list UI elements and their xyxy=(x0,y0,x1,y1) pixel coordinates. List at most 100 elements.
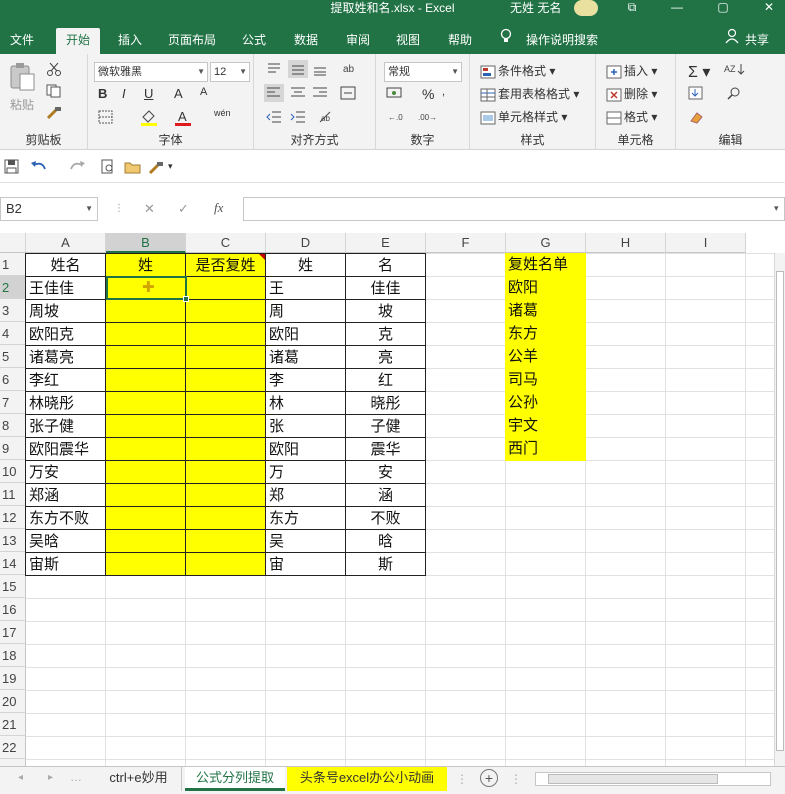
compound-list-item[interactable]: 宇文 xyxy=(505,414,586,438)
surname-cell[interactable]: 郑 xyxy=(265,483,346,507)
surname-cell[interactable]: 周 xyxy=(265,299,346,323)
name-cell[interactable]: 欧阳克 xyxy=(25,322,106,346)
align-middle-icon[interactable] xyxy=(288,60,308,78)
surname-result-cell[interactable] xyxy=(105,437,186,461)
compound-check-cell[interactable] xyxy=(185,276,266,300)
row-header[interactable]: 1 xyxy=(0,253,26,276)
name-cell[interactable]: 宙斯 xyxy=(25,552,106,576)
given-name-cell[interactable]: 涵 xyxy=(345,483,426,507)
surname-result-cell[interactable] xyxy=(105,552,186,576)
row-header[interactable]: 3 xyxy=(0,299,26,322)
decrease-indent-icon[interactable] xyxy=(266,110,282,127)
row-header[interactable]: 20 xyxy=(0,690,26,713)
compound-check-cell[interactable] xyxy=(185,345,266,369)
compound-list-item[interactable]: 诸葛 xyxy=(505,299,586,323)
row-header[interactable]: 22 xyxy=(0,736,26,759)
tab-data[interactable]: 数据 xyxy=(284,28,328,54)
close-button[interactable]: ✕ xyxy=(754,0,784,16)
name-cell[interactable]: 王佳佳 xyxy=(25,276,106,300)
cut-icon[interactable] xyxy=(46,62,62,79)
compound-list-item[interactable]: 欧阳 xyxy=(505,276,586,300)
surname-result-cell[interactable] xyxy=(105,322,186,346)
increase-decimal-icon[interactable]: ←.0 xyxy=(388,110,410,127)
compound-check-cell[interactable] xyxy=(185,483,266,507)
row-header[interactable]: 18 xyxy=(0,644,26,667)
underline-button[interactable]: U xyxy=(144,86,153,101)
row-header[interactable]: 9 xyxy=(0,437,26,460)
autosum-icon[interactable]: Σ ▾ xyxy=(688,62,710,82)
share-icon[interactable] xyxy=(724,28,740,54)
more-sheets-icon[interactable]: … xyxy=(70,770,82,784)
sheet-tab[interactable]: 头条号excel办公小动画 xyxy=(287,767,447,791)
align-top-icon[interactable] xyxy=(266,62,282,79)
open-folder-icon[interactable] xyxy=(124,159,142,178)
surname-result-cell[interactable] xyxy=(105,529,186,553)
name-cell[interactable]: 林晓彤 xyxy=(25,391,106,415)
given-name-cell[interactable]: 佳佳 xyxy=(345,276,426,300)
compound-check-cell[interactable] xyxy=(185,299,266,323)
comment-indicator[interactable] xyxy=(259,254,265,260)
row-header[interactable]: 7 xyxy=(0,391,26,414)
compound-check-cell[interactable] xyxy=(185,529,266,553)
insert-cells-button[interactable]: 插入 ▾ xyxy=(606,62,657,79)
surname-cell[interactable]: 王 xyxy=(265,276,346,300)
horizontal-scrollbar[interactable] xyxy=(535,772,771,786)
bold-button[interactable]: B xyxy=(98,86,107,101)
row-header[interactable]: 12 xyxy=(0,506,26,529)
surname-cell[interactable]: 万 xyxy=(265,460,346,484)
header-cell[interactable]: 是否复姓 xyxy=(185,253,266,277)
tab-home[interactable]: 开始 xyxy=(56,28,100,54)
compound-list-header[interactable]: 复姓名单 xyxy=(505,253,586,277)
sort-filter-icon[interactable]: AZ xyxy=(724,62,750,79)
fill-color-icon[interactable] xyxy=(140,108,158,129)
restore-button[interactable]: ▢ xyxy=(708,0,738,16)
surname-result-cell[interactable] xyxy=(105,414,186,438)
vertical-scrollbar[interactable] xyxy=(774,253,785,767)
prev-sheet-icon[interactable]: ◂ xyxy=(18,772,23,783)
cell-styles-button[interactable]: 单元格样式 ▾ xyxy=(480,108,567,125)
given-name-cell[interactable]: 亮 xyxy=(345,345,426,369)
orientation-icon[interactable]: ab xyxy=(318,110,334,127)
lightbulb-icon[interactable] xyxy=(498,28,514,54)
given-name-cell[interactable]: 红 xyxy=(345,368,426,392)
header-cell[interactable]: 名 xyxy=(345,253,426,277)
tab-review[interactable]: 审阅 xyxy=(336,28,380,54)
number-format-select[interactable]: 常规 ▼ xyxy=(384,62,462,82)
name-box[interactable]: B2 ▼ xyxy=(0,197,98,221)
name-cell[interactable]: 张子健 xyxy=(25,414,106,438)
compound-check-cell[interactable] xyxy=(185,368,266,392)
format-painter-icon[interactable] xyxy=(46,106,62,123)
surname-cell[interactable]: 宙 xyxy=(265,552,346,576)
name-cell[interactable]: 周坡 xyxy=(25,299,106,323)
find-select-icon[interactable] xyxy=(726,86,742,103)
next-sheet-icon[interactable]: ▸ xyxy=(48,772,53,783)
increase-indent-icon[interactable] xyxy=(290,110,306,127)
minimize-button[interactable]: — xyxy=(662,0,692,16)
given-name-cell[interactable]: 坡 xyxy=(345,299,426,323)
surname-result-cell[interactable] xyxy=(105,299,186,323)
name-cell[interactable]: 吴晗 xyxy=(25,529,106,553)
accounting-format-icon[interactable] xyxy=(386,86,404,103)
row-header[interactable]: 10 xyxy=(0,460,26,483)
row-header[interactable]: 8 xyxy=(0,414,26,437)
align-left-icon[interactable] xyxy=(264,84,284,102)
row-header[interactable]: 14 xyxy=(0,552,26,575)
compound-check-cell[interactable] xyxy=(185,414,266,438)
undo-icon[interactable] xyxy=(30,159,50,178)
name-cell[interactable]: 郑涵 xyxy=(25,483,106,507)
sheet-tab-active[interactable]: 公式分列提取 xyxy=(185,767,285,791)
tab-file[interactable]: 文件 xyxy=(0,28,44,54)
split-handle-icon[interactable]: ⋮ xyxy=(510,772,522,786)
redo-icon[interactable] xyxy=(66,159,86,178)
decrease-decimal-icon[interactable]: .00→ xyxy=(418,110,440,127)
sheet-tab[interactable]: ctrl+e妙用 xyxy=(96,767,182,791)
surname-result-cell[interactable] xyxy=(105,506,186,530)
ribbon-display-icon[interactable]: ⧉ xyxy=(617,0,647,16)
tab-help[interactable]: 帮助 xyxy=(438,28,482,54)
merge-center-icon[interactable] xyxy=(340,86,356,103)
surname-cell[interactable]: 诸葛 xyxy=(265,345,346,369)
tab-insert[interactable]: 插入 xyxy=(108,28,152,54)
compound-list-item[interactable]: 公羊 xyxy=(505,345,586,369)
text-direction-icon[interactable]: ab xyxy=(342,62,358,81)
name-cell[interactable]: 欧阳震华 xyxy=(25,437,106,461)
